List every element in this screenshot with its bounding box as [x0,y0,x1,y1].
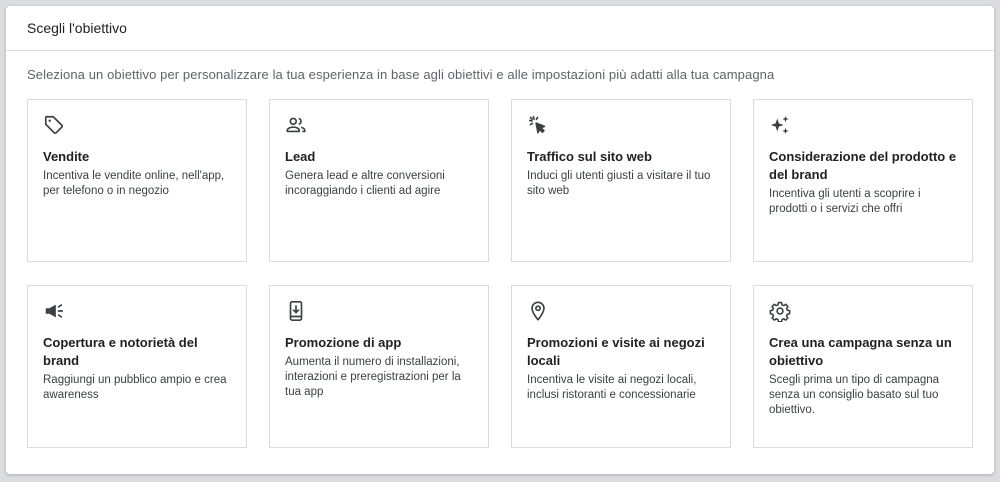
objective-card-senza-obiettivo[interactable]: Crea una campagna senza un obiettivo Sce… [753,285,973,448]
objective-description: Incentiva le vendite online, nell'app, p… [43,170,225,197]
sparkle-icon [769,114,791,136]
objective-card-lead[interactable]: Lead Genera lead e altre conversioni inc… [269,99,489,262]
objective-title: Promozioni e visite ai negozi locali [527,335,705,368]
objective-card-vendite[interactable]: Vendite Incentiva le vendite online, nel… [27,99,247,262]
objective-card-considerazione[interactable]: Considerazione del prodotto e del brand … [753,99,973,262]
objective-description: Incentiva gli utenti a scoprire i prodot… [769,188,921,215]
objective-card-negozi-locali[interactable]: Promozioni e visite ai negozi locali Inc… [511,285,731,448]
panel-header: Scegli l'obiettivo [6,6,994,51]
phone-download-icon [285,300,307,322]
objective-description: Aumenta il numero di installazioni, inte… [285,356,461,398]
objective-description: Scegli prima un tipo di campagna senza u… [769,374,940,416]
objective-title: Promozione di app [285,335,402,350]
panel-subtitle: Seleziona un obiettivo per personalizzar… [27,67,775,82]
objective-grid: Vendite Incentiva le vendite online, nel… [27,99,975,448]
objective-description: Raggiungi un pubblico ampio e crea aware… [43,374,227,401]
objective-title: Considerazione del prodotto e del brand [769,149,957,182]
objective-card-copertura[interactable]: Copertura e notorietà del brand Raggiung… [27,285,247,448]
objective-title: Traffico sul sito web [527,149,652,164]
objective-description: Genera lead e altre conversioni incoragg… [285,170,445,197]
people-icon [285,114,307,136]
objective-panel: Scegli l'obiettivo Seleziona un obiettiv… [6,6,994,474]
gear-icon [769,300,791,322]
tag-icon [43,114,65,136]
megaphone-icon [43,300,65,322]
objective-card-traffico[interactable]: Traffico sul sito web Induci gli utenti … [511,99,731,262]
location-pin-icon [527,300,549,322]
objective-title: Vendite [43,149,90,164]
panel-title: Scegli l'obiettivo [27,20,127,36]
cursor-click-icon [527,114,549,136]
objective-card-app[interactable]: Promozione di app Aumenta il numero di i… [269,285,489,448]
objective-title: Lead [285,149,316,164]
objective-description: Induci gli utenti giusti a visitare il t… [527,170,711,197]
objective-description: Incentiva le visite ai negozi locali, in… [527,374,697,401]
objective-title: Crea una campagna senza un obiettivo [769,335,952,368]
objective-title: Copertura e notorietà del brand [43,335,198,368]
